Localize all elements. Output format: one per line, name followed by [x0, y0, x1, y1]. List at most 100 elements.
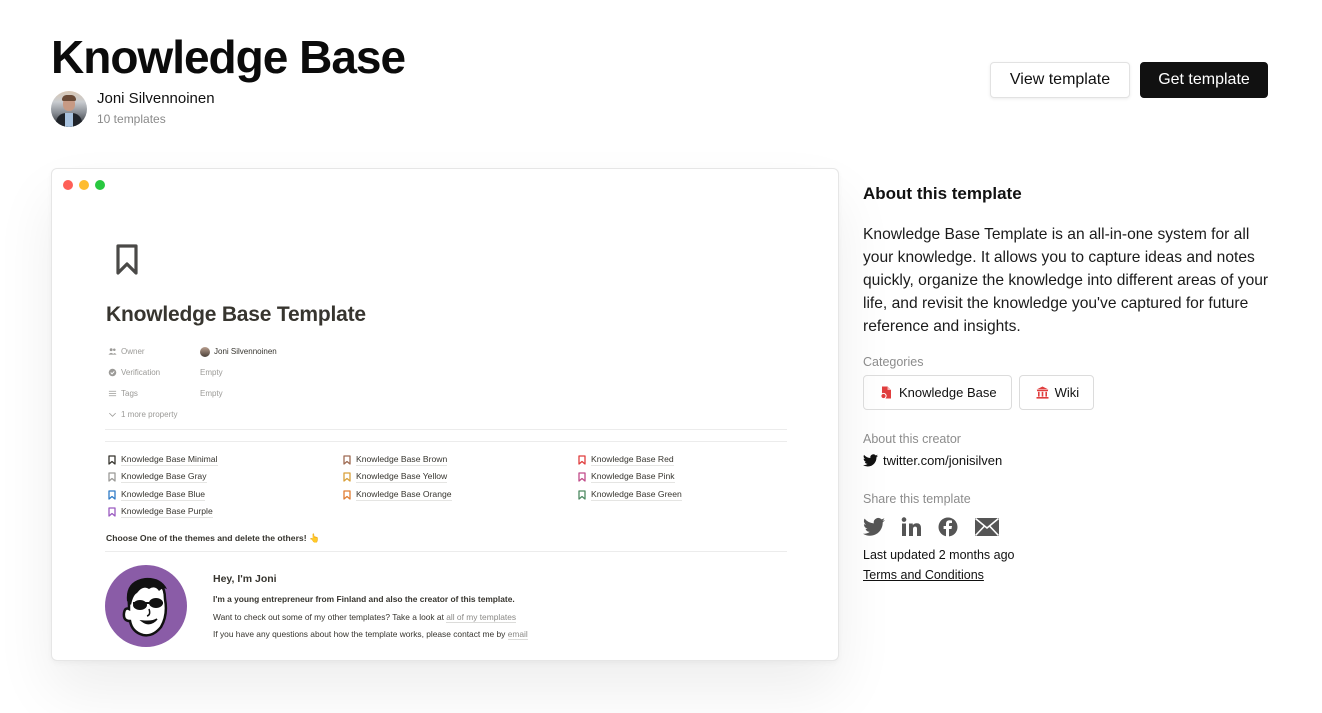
bank-icon [1036, 386, 1049, 399]
bookmark-icon [343, 455, 351, 465]
get-template-button[interactable]: Get template [1140, 62, 1268, 98]
about-heading: About this template [863, 184, 1022, 203]
window-maximize-dot [95, 180, 105, 190]
theme-link[interactable]: Knowledge Base Minimal [108, 453, 343, 467]
theme-link-label: Knowledge Base Yellow [356, 471, 448, 484]
template-details-sidebar: About this template Knowledge Base Templ… [863, 184, 1273, 584]
theme-link-label: Knowledge Base Minimal [121, 453, 218, 466]
category-label: Knowledge Base [899, 385, 997, 400]
verified-icon [108, 368, 117, 377]
bookmark-icon [108, 490, 116, 500]
bio-line-text: If you have any questions about how the … [213, 629, 508, 639]
theme-link-label: Knowledge Base Pink [591, 471, 675, 484]
property-key: Verification [121, 368, 161, 377]
last-updated: Last updated 2 months ago [863, 548, 1015, 562]
people-icon [108, 348, 117, 355]
bookmark-icon [108, 472, 116, 482]
owner-avatar [200, 346, 210, 357]
theme-link-label: Knowledge Base Gray [121, 471, 207, 484]
property-key: Tags [121, 389, 138, 398]
categories-label: Categories [863, 355, 924, 369]
bio-line: I'm a young entrepreneur from Finland an… [213, 594, 515, 604]
facebook-icon[interactable] [938, 516, 958, 538]
category-wiki[interactable]: Wiki [1018, 375, 1095, 410]
theme-link[interactable]: Knowledge Base Gray [108, 471, 343, 485]
view-template-button[interactable]: View template [990, 62, 1130, 98]
choose-theme-text: Choose One of the themes and delete the … [106, 533, 320, 543]
bookmark-icon [116, 244, 138, 275]
bookmark-icon [343, 472, 351, 482]
chevron-down-icon [109, 412, 116, 417]
twitter-handle: twitter.com/jonisilven [883, 453, 1003, 468]
property-value[interactable]: Empty [200, 368, 223, 377]
email-link[interactable]: email [507, 629, 528, 640]
theme-link[interactable]: Knowledge Base Purple [108, 506, 343, 520]
divider [105, 429, 787, 430]
more-properties-label: 1 more property [121, 409, 178, 419]
theme-link-label: Knowledge Base Brown [356, 453, 448, 466]
theme-link-label: Knowledge Base Red [591, 453, 674, 466]
all-templates-link[interactable]: all of my templates [446, 611, 517, 623]
mail-icon[interactable] [974, 516, 1000, 538]
properties-list: Owner Joni Silvennoinen Verification Emp… [108, 341, 277, 424]
bio-line: If you have any questions about how the … [213, 626, 528, 644]
window-controls [63, 180, 105, 190]
bookmark-icon [578, 472, 586, 482]
property-value[interactable]: Joni Silvennoinen [214, 347, 277, 356]
twitter-icon[interactable] [863, 516, 885, 538]
theme-link-label: Knowledge Base Blue [121, 488, 206, 501]
creator-name[interactable]: Joni Silvennoinen [97, 89, 215, 109]
creator-info[interactable]: Joni Silvennoinen 10 templates [51, 89, 215, 128]
bookmark-icon [343, 490, 351, 500]
theme-link-label: Knowledge Base Green [591, 488, 682, 501]
window-minimize-dot [79, 180, 89, 190]
author-illustration-avatar [105, 565, 187, 647]
theme-link[interactable]: Knowledge Base Orange [343, 488, 578, 502]
template-preview: Knowledge Base Template Owner Joni Silve… [51, 168, 839, 661]
property-row: Owner Joni Silvennoinen [108, 341, 277, 362]
theme-link[interactable]: Knowledge Base Yellow [343, 471, 578, 485]
bookmark-icon [108, 455, 116, 465]
category-knowledge-base[interactable]: Knowledge Base [863, 375, 1012, 410]
list-icon [108, 390, 117, 397]
theme-link[interactable]: Knowledge Base Green [578, 488, 788, 502]
terms-link[interactable]: Terms and Conditions [863, 568, 984, 582]
category-label: Wiki [1054, 385, 1080, 400]
bio-line: Want to check out some of my other templ… [213, 609, 528, 627]
theme-link[interactable]: Knowledge Base Blue [108, 488, 343, 502]
property-row: Verification Empty [108, 362, 277, 383]
share-label: Share this template [863, 492, 971, 506]
theme-link[interactable]: Knowledge Base Brown [343, 453, 578, 467]
divider [105, 441, 787, 442]
creator-section-label: About this creator [863, 432, 961, 446]
bio-greeting: Hey, I'm Joni [213, 573, 277, 585]
theme-links: Knowledge Base Minimal Knowledge Base Bro… [108, 453, 788, 519]
bookmark-icon [108, 507, 116, 517]
bookmark-icon [578, 455, 586, 465]
bio-line-text: Want to check out some of my other templ… [213, 611, 447, 622]
theme-link-label: Knowledge Base Orange [356, 488, 452, 501]
bookmark-icon [578, 490, 586, 500]
property-key: Owner [121, 347, 145, 356]
document-icon [880, 386, 891, 399]
theme-link-label: Knowledge Base Purple [121, 506, 213, 519]
creator-twitter-link[interactable]: twitter.com/jonisilven [863, 453, 1273, 468]
more-properties-toggle[interactable]: 1 more property [108, 404, 277, 424]
linkedin-icon[interactable] [901, 516, 922, 538]
author-bio: Hey, I'm Joni I'm a young entrepreneur f… [213, 573, 528, 644]
divider [105, 551, 787, 552]
share-buttons [863, 516, 1273, 538]
about-description: Knowledge Base Template is an all-in-one… [863, 226, 1269, 335]
property-row: Tags Empty [108, 383, 277, 404]
twitter-icon [863, 454, 878, 467]
creator-avatar[interactable] [51, 90, 87, 127]
property-value[interactable]: Empty [200, 389, 223, 398]
page-title: Knowledge Base [51, 31, 406, 83]
theme-link[interactable]: Knowledge Base Pink [578, 471, 788, 485]
window-close-dot [63, 180, 73, 190]
cartoon-face-icon [122, 577, 168, 637]
categories-list: Knowledge Base Wiki [863, 375, 1273, 410]
theme-link[interactable]: Knowledge Base Red [578, 453, 788, 467]
notion-page-title: Knowledge Base Template [106, 303, 366, 326]
creator-template-count: 10 templates [97, 112, 166, 126]
